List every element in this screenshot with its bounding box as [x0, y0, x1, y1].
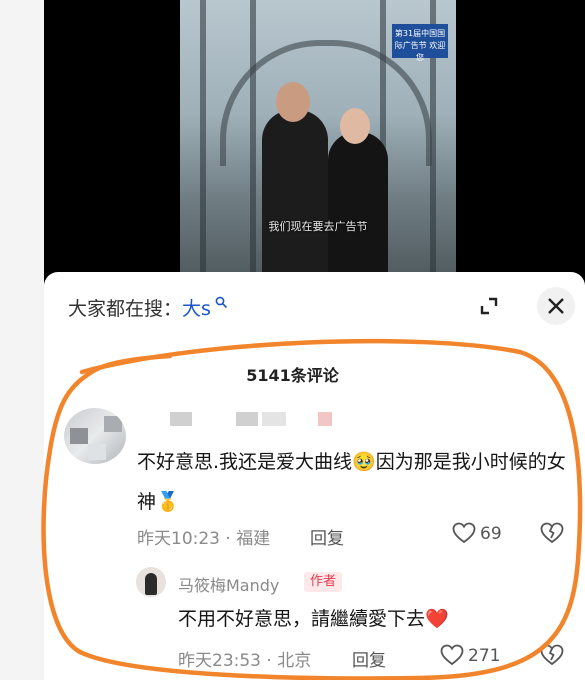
heart-icon[interactable] [452, 522, 476, 544]
username-blurred [236, 412, 258, 426]
avatar-figure [145, 573, 157, 595]
avatar[interactable] [64, 408, 126, 464]
like-count: 271 [468, 646, 501, 666]
reply-location: 北京 [277, 651, 312, 671]
avatar-pixel [104, 416, 122, 432]
person-right [328, 132, 388, 285]
username-blurred [170, 412, 192, 426]
event-banner: 第31届中国国际广告节 欢迎您 [392, 24, 448, 62]
expand-icon[interactable] [474, 291, 504, 321]
reply-time: 昨天23:53 [178, 651, 261, 671]
comment-time: 昨天10:23 [137, 529, 220, 549]
person-left [262, 110, 328, 285]
station-beam [200, 0, 206, 285]
username-blurred [262, 412, 286, 426]
author-badge: 作者 [304, 572, 343, 592]
reply-meta: 昨天23:53 · 北京 [178, 651, 312, 671]
reply-username[interactable]: 马筱梅Mandy [178, 572, 279, 596]
person-left-head [276, 82, 310, 122]
video-subtitle: 我们现在要去广告节 [268, 220, 368, 233]
left-margin [0, 0, 44, 680]
heart-icon[interactable] [440, 644, 464, 666]
search-suggestion[interactable]: 大家都在搜：大s [68, 294, 228, 321]
reply-reply-button[interactable]: 回复 [352, 646, 386, 671]
search-icon[interactable] [211, 296, 228, 319]
comment-count: 5141条评论 [246, 366, 339, 385]
comment-meta: 昨天10:23 · 福建 [137, 529, 271, 549]
close-button[interactable] [537, 287, 575, 325]
comment-location: 福建 [236, 529, 271, 549]
avatar-pixel [70, 428, 88, 444]
search-prefix: 大家都在搜： [68, 298, 183, 320]
search-keyword[interactable]: 大s [182, 298, 211, 320]
avatar-pixel [88, 444, 106, 460]
broken-heart-icon[interactable] [540, 522, 564, 544]
comment-text[interactable]: 不好意思.我还是爱大曲线🥹因为那是我小时候的女神🥇 [137, 442, 577, 522]
person-right-head [340, 108, 370, 144]
video-frame: 第31届中国国际广告节 欢迎您 我们现在要去广告节 [180, 0, 456, 285]
reply-text[interactable]: 不用不好意思，請繼續愛下去❤️ [178, 604, 449, 631]
like-count: 69 [480, 524, 502, 544]
author-avatar[interactable] [136, 567, 166, 597]
broken-heart-icon[interactable] [540, 644, 564, 666]
username-blurred [318, 412, 332, 426]
reply-button[interactable]: 回复 [310, 524, 344, 549]
close-icon [548, 298, 564, 314]
